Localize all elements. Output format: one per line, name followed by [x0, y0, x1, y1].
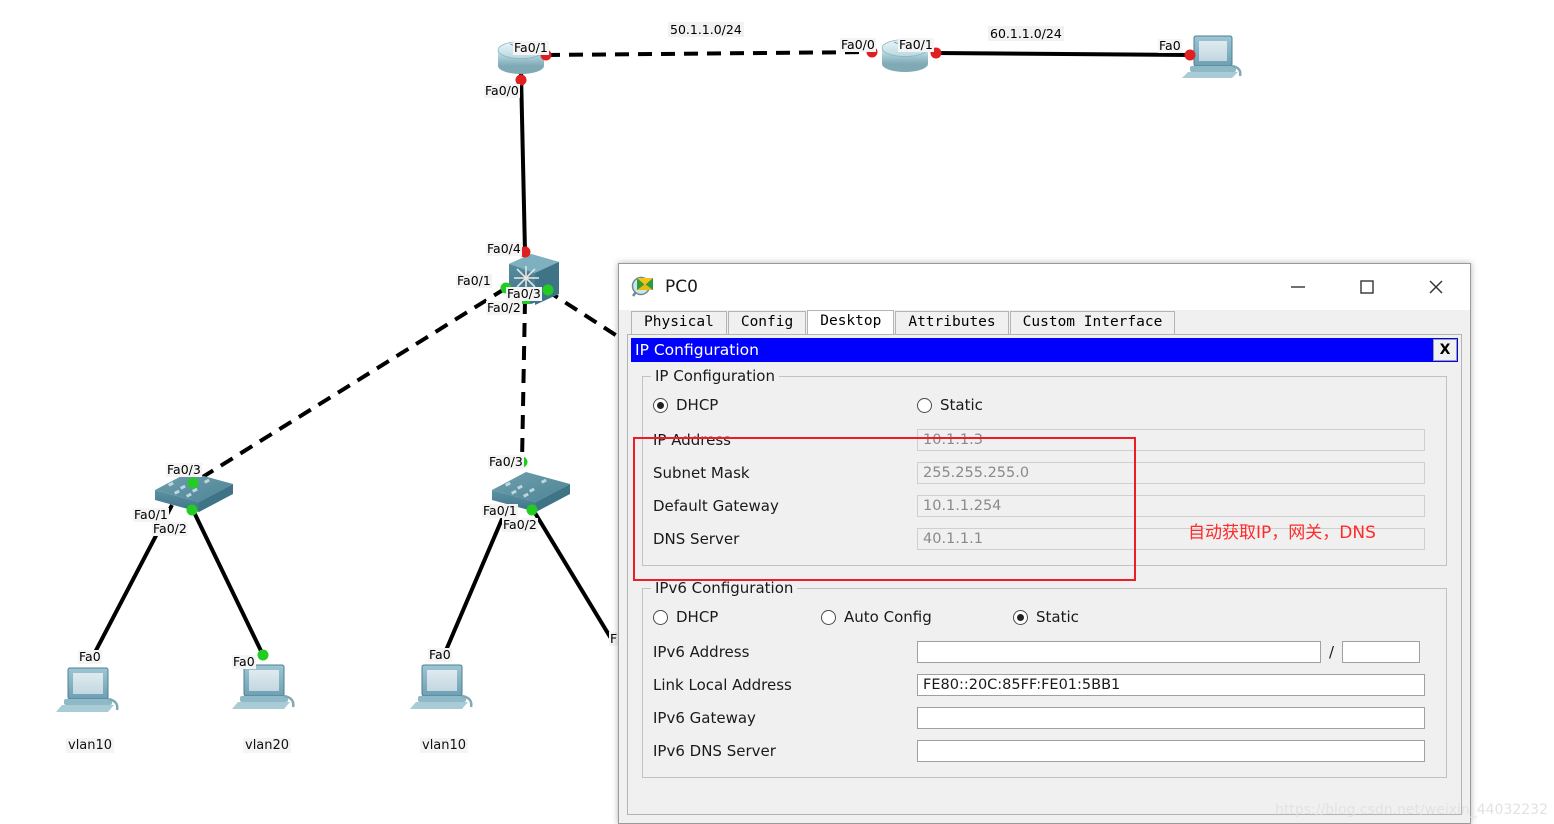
port-label-right-fa03: Fa0/3: [488, 454, 524, 469]
port-label-left-fa02: Fa0/2: [152, 521, 188, 536]
close-icon: [1429, 280, 1442, 293]
ipv6-dns-server-label: IPv6 DNS Server: [653, 741, 776, 760]
maximize-button[interactable]: [1332, 264, 1401, 309]
ipv4-configuration-group: IP Configuration DHCP Static IP Address …: [642, 367, 1447, 566]
ipv6-address-row: IPv6 Address /: [653, 635, 1436, 668]
port-label-right-fa02: Fa0/2: [502, 517, 538, 532]
tab-bar[interactable]: Physical Config Desktop Attributes Custo…: [619, 310, 1470, 334]
default-gateway-row: Default Gateway 10.1.1.254: [653, 489, 1436, 522]
ipv6-static-radio[interactable]: Static: [1013, 608, 1079, 626]
port-label-pc2-fa0: Fa0: [232, 654, 256, 669]
ip-address-field[interactable]: 10.1.1.3: [917, 428, 1425, 451]
port-label-pc4-fa0-partial: F: [609, 631, 619, 646]
pc0-window[interactable]: PC0 Physical Config Desktop Attributes C…: [618, 263, 1471, 824]
link-local-address-label: Link Local Address: [653, 675, 792, 694]
port-label-core-fa04: Fa0/4: [486, 241, 522, 256]
pc-magnifier-icon: [631, 276, 653, 297]
ipv6-dhcp-radio[interactable]: DHCP: [653, 608, 817, 626]
ipv6-auto-config-radio[interactable]: Auto Config: [821, 608, 1009, 626]
tab-physical[interactable]: Physical: [631, 311, 727, 334]
ipv6-gateway-row: IPv6 Gateway: [653, 701, 1436, 734]
pc-vlan10-left-icon: [56, 667, 119, 712]
subnet-mask-row: Subnet Mask 255.255.255.0: [653, 456, 1436, 489]
maximize-icon: [1359, 279, 1374, 294]
port-label-left-fa01: Fa0/1: [133, 507, 169, 522]
ipv6-configuration-group: IPv6 Configuration DHCP Auto Config Stat…: [642, 579, 1447, 778]
ipv4-static-label: Static: [940, 396, 983, 414]
ipv6-mode-radio-group[interactable]: DHCP Auto Config Static: [653, 603, 1436, 631]
ip-address-row: IP Address 10.1.1.3: [653, 423, 1436, 456]
ipv4-group-legend: IP Configuration: [651, 367, 779, 385]
port-label-r1-fa00: Fa0/0: [484, 83, 520, 98]
network-label-60: 60.1.1.0/24: [988, 26, 1064, 41]
device-label-pc3: vlan10: [420, 738, 469, 753]
port-label-right-fa01: Fa0/1: [482, 503, 518, 518]
port-label-pc-right-fa0: Fa0: [1158, 38, 1182, 53]
desktop-tab-panel: IP Configuration X IP Configuration DHCP…: [627, 334, 1462, 815]
link-local-address-field[interactable]: FE80::20C:85FF:FE01:5BB1: [917, 673, 1425, 696]
window-titlebar[interactable]: PC0: [619, 264, 1470, 310]
port-label-core-fa02: Fa0/2: [486, 300, 522, 315]
ipv6-dns-server-field[interactable]: [917, 739, 1425, 762]
subnet-mask-field[interactable]: 255.255.255.0: [917, 461, 1425, 484]
window-title: PC0: [665, 276, 698, 297]
port-label-pc3-fa0: Fa0: [428, 647, 452, 662]
link-local-address-row: Link Local Address FE80::20C:85FF:FE01:5…: [653, 668, 1436, 701]
ip-configuration-close-button[interactable]: X: [1433, 339, 1457, 361]
tab-desktop[interactable]: Desktop: [807, 310, 895, 334]
dns-server-label: DNS Server: [653, 529, 740, 548]
minimize-icon: [1290, 285, 1305, 288]
ipv6-gateway-field[interactable]: [917, 706, 1425, 729]
ip-configuration-app-header: IP Configuration X: [631, 338, 1458, 362]
ipv6-dns-server-row: IPv6 DNS Server: [653, 734, 1436, 767]
ipv6-prefix-length-field[interactable]: [1342, 640, 1421, 663]
radio-dot-icon: [821, 609, 836, 625]
default-gateway-field[interactable]: 10.1.1.254: [917, 494, 1425, 517]
device-label-pc1: vlan10: [66, 738, 115, 753]
tab-config[interactable]: Config: [727, 311, 807, 334]
port-label-core-fa03: Fa0/3: [506, 286, 542, 301]
port-label-core-fa01: Fa0/1: [456, 273, 492, 288]
ip-configuration-app-title: IP Configuration: [635, 341, 759, 359]
ipv6-group-legend: IPv6 Configuration: [651, 579, 798, 597]
ipv6-gateway-label: IPv6 Gateway: [653, 708, 756, 727]
ipv4-static-radio[interactable]: Static: [917, 396, 983, 414]
ipv6-auto-config-label: Auto Config: [844, 608, 932, 626]
port-label-r1-fa01: Fa0/1: [513, 40, 549, 55]
port-label-r2-fa01: Fa0/1: [898, 37, 934, 52]
close-button[interactable]: [1401, 264, 1470, 309]
ipv4-dhcp-label: DHCP: [676, 396, 719, 414]
ipv6-address-label: IPv6 Address: [653, 642, 750, 661]
ipv6-dhcp-label: DHCP: [676, 608, 719, 626]
pc-vlan20-icon: [232, 664, 295, 709]
port-label-r2-fa00: Fa0/0: [840, 37, 876, 52]
device-label-pc2: vlan20: [243, 738, 292, 753]
ip-address-label: IP Address: [653, 430, 731, 449]
subnet-mask-label: Subnet Mask: [653, 463, 750, 482]
minimize-button[interactable]: [1263, 264, 1332, 309]
port-label-left-fa03: Fa0/3: [166, 462, 202, 477]
radio-dot-icon: [653, 397, 668, 413]
ipv4-dhcp-radio[interactable]: DHCP: [653, 396, 913, 414]
port-label-pc1-fa0: Fa0: [78, 649, 102, 664]
pc-vlan10-right-icon: [410, 664, 473, 709]
dns-server-row: DNS Server 40.1.1.1: [653, 522, 1436, 555]
default-gateway-label: Default Gateway: [653, 496, 779, 515]
network-label-50: 50.1.1.0/24: [668, 22, 744, 37]
radio-dot-icon: [1013, 609, 1028, 625]
dns-server-field[interactable]: 40.1.1.1: [917, 527, 1425, 550]
radio-dot-icon: [917, 397, 932, 413]
radio-dot-icon: [653, 609, 668, 625]
tab-custom-interface[interactable]: Custom Interface: [1009, 311, 1176, 334]
ipv6-address-field[interactable]: [917, 640, 1321, 663]
ipv6-static-label: Static: [1036, 608, 1079, 626]
ipv4-mode-radio-group[interactable]: DHCP Static: [653, 391, 1436, 419]
window-controls: [1263, 264, 1470, 309]
tab-attributes[interactable]: Attributes: [895, 311, 1009, 334]
ipv6-prefix-separator: /: [1329, 642, 1335, 661]
